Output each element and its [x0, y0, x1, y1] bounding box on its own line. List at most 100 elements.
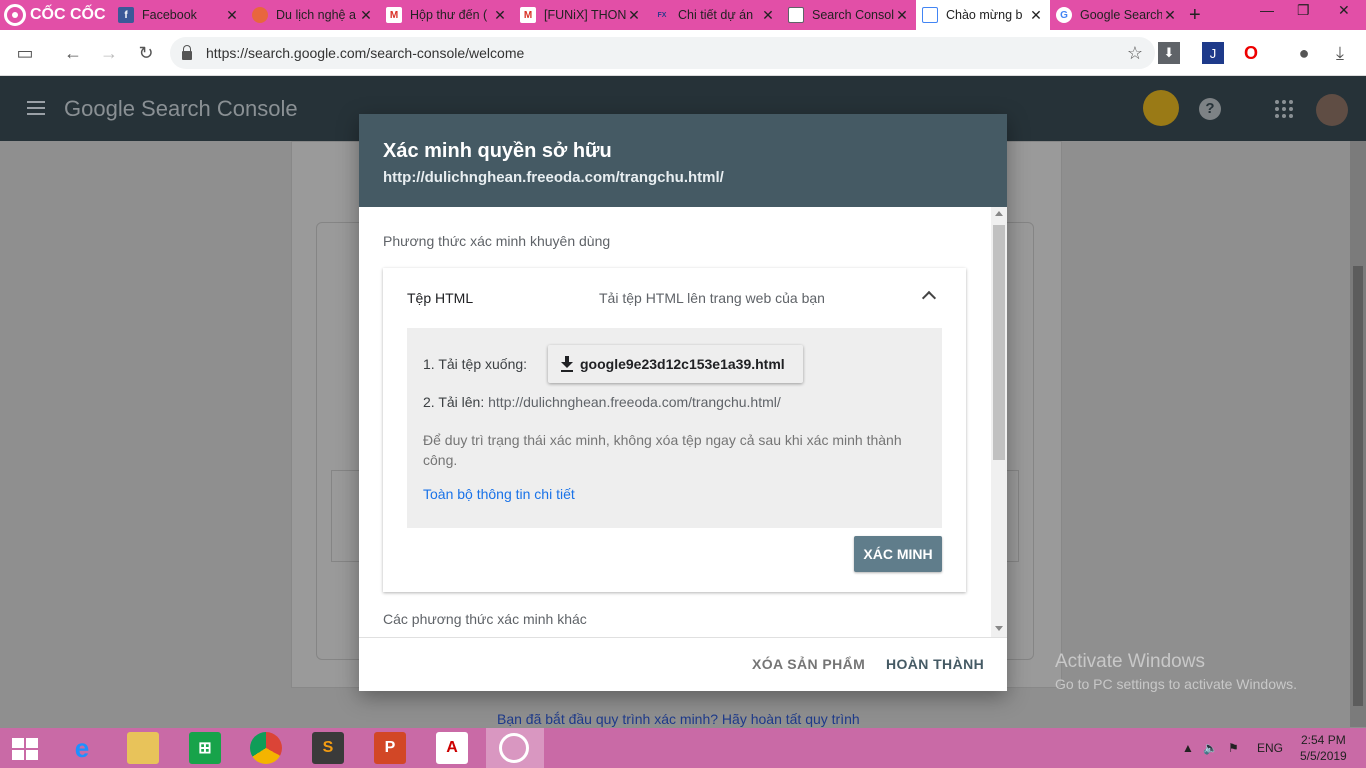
method-instructions: 1. Tải tệp xuống: google9e23d12c153e1a39… — [407, 328, 942, 528]
dialog-footer: XÓA SẢN PHẨM HOÀN THÀNH — [359, 637, 1007, 691]
dialog-scroll-thumb[interactable] — [993, 225, 1005, 460]
close-icon[interactable]: ✕ — [358, 7, 374, 23]
file-explorer-icon[interactable] — [127, 732, 159, 764]
sublime-text-icon[interactable]: S — [312, 732, 344, 764]
page-icon — [252, 7, 268, 23]
tab-search-console[interactable]: Search Consol ✕ — [782, 2, 916, 28]
full-details-link[interactable]: Toàn bộ thông tin chi tiết — [423, 486, 575, 502]
lock-icon — [182, 44, 192, 60]
scroll-down-icon[interactable] — [995, 626, 1003, 631]
search-console-icon — [922, 7, 938, 23]
close-icon[interactable]: ✕ — [626, 7, 642, 23]
tab-du-lich[interactable]: Du lịch nghệ a ✕ — [246, 2, 380, 28]
downloads-arrow-icon[interactable]: ⤓ — [1327, 40, 1353, 66]
tab-project-details[interactable]: FX Chi tiết dự án ✕ — [648, 2, 782, 28]
scroll-up-icon[interactable] — [995, 211, 1003, 216]
verify-button[interactable]: XÁC MINH — [854, 536, 942, 572]
forward-icon[interactable]: → — [96, 40, 122, 66]
help-icon[interactable]: ? — [1199, 98, 1221, 120]
store-icon[interactable]: ⊞ — [189, 732, 221, 764]
dialog-body: Phương thức xác minh khuyên dùng Tệp HTM… — [359, 207, 1007, 637]
clock-time: 2:54 PM — [1301, 733, 1346, 747]
close-icon[interactable]: ✕ — [1162, 7, 1178, 23]
tab-gmail-funix[interactable]: M [FUNiX] THON ✕ — [514, 2, 648, 28]
method-description: Tải tệp HTML lên trang web của bạn — [599, 290, 825, 306]
activation-watermark-title: Activate Windows — [1055, 651, 1205, 672]
tab-title: Google Search — [1080, 8, 1162, 22]
delete-property-button[interactable]: XÓA SẢN PHẨM — [752, 656, 865, 672]
tray-arrow-icon[interactable]: ▲ — [1182, 741, 1194, 755]
chrome-icon[interactable] — [250, 732, 282, 764]
powerpoint-icon[interactable]: P — [374, 732, 406, 764]
coccoc-logo-icon — [4, 4, 26, 26]
app-title: Google Search Console — [64, 96, 298, 121]
tab-facebook[interactable]: f Facebook ✕ — [112, 2, 246, 28]
apps-grid-icon[interactable] — [1275, 100, 1293, 118]
gmail-icon: M — [520, 7, 536, 23]
step-upload-label: 2. Tải lên: — [423, 394, 485, 410]
resume-verification-link[interactable]: Bạn đã bắt đầu quy trình xác minh? Hãy h… — [497, 711, 860, 727]
tab-title: Chào mừng b — [946, 8, 1023, 22]
page-scrollbar[interactable] — [1350, 141, 1366, 727]
download-file-name: google9e23d12c153e1a39.html — [580, 356, 785, 372]
method-name: Tệp HTML — [407, 290, 474, 306]
close-icon[interactable]: ✕ — [224, 7, 240, 23]
download-icon[interactable]: ⬇ — [1158, 42, 1180, 64]
gmail-icon: M — [386, 7, 402, 23]
step-upload: 2. Tải lên: http://dulichnghean.freeoda.… — [423, 394, 781, 410]
page-scroll-thumb[interactable] — [1353, 266, 1363, 706]
search-console-icon — [788, 7, 804, 23]
restore-icon[interactable]: ❐ — [1297, 2, 1310, 19]
tab-title: Hộp thư đến ( — [410, 8, 488, 22]
flag-icon[interactable]: ⚑ — [1228, 741, 1239, 755]
tab-title: Facebook — [142, 8, 197, 22]
new-tab-button[interactable]: + — [1189, 4, 1201, 27]
windows-taskbar: e ⊞ S P A ▲ 🔈 ⚑ ENG 2:54 PM 5/5/2019 — [0, 728, 1366, 768]
volume-icon[interactable]: 🔈 — [1203, 741, 1218, 755]
internet-explorer-icon[interactable]: e — [66, 732, 98, 764]
clock-date: 5/5/2019 — [1300, 749, 1347, 763]
account-badge-avatar[interactable] — [1143, 90, 1179, 126]
close-icon[interactable]: ✕ — [1028, 7, 1044, 23]
coccoc-menu-button[interactable]: CỐC CỐC — [0, 0, 112, 30]
system-clock[interactable]: 2:54 PM 5/5/2019 — [1300, 732, 1347, 764]
close-icon[interactable]: ✕ — [760, 7, 776, 23]
close-icon[interactable]: ✕ — [492, 7, 508, 23]
window-close-icon[interactable]: ✕ — [1338, 2, 1350, 19]
profile-icon[interactable]: ● — [1291, 40, 1317, 66]
coccoc-browser-icon[interactable] — [499, 733, 529, 763]
tab-title: Chi tiết dự án — [678, 8, 754, 22]
download-icon — [560, 356, 574, 372]
user-avatar[interactable] — [1316, 94, 1348, 126]
other-methods-label: Các phương thức xác minh khác — [383, 611, 587, 627]
google-icon: G — [1056, 7, 1072, 23]
minimize-icon[interactable]: — — [1260, 2, 1274, 18]
adblock-icon[interactable]: O — [1238, 40, 1264, 66]
browser-toolbar: ▭ ← → ↻ https://search.google.com/search… — [0, 30, 1366, 76]
step-upload-url: http://dulichnghean.freeoda.com/trangchu… — [488, 394, 781, 410]
extension-icon[interactable]: J — [1202, 42, 1224, 64]
language-indicator[interactable]: ENG — [1257, 741, 1283, 755]
dialog-scrollbar[interactable] — [991, 207, 1007, 637]
dialog-title: Xác minh quyền sở hữu — [383, 140, 612, 162]
sidebar-toggle-icon[interactable]: ▭ — [12, 40, 38, 66]
step-download-label: 1. Tải tệp xuống: — [423, 356, 528, 372]
close-icon[interactable]: ✕ — [894, 7, 910, 23]
html-file-method-card: Tệp HTML Tải tệp HTML lên trang web của … — [383, 268, 966, 592]
tab-google-search[interactable]: G Google Search ✕ — [1050, 2, 1184, 28]
menu-icon[interactable] — [27, 101, 45, 115]
autocad-icon[interactable]: A — [436, 732, 468, 764]
activation-watermark-text: Go to PC settings to activate Windows. — [1055, 676, 1297, 692]
bookmark-star-icon[interactable]: ☆ — [1122, 40, 1148, 66]
url-text: https://search.google.com/search-console… — [206, 45, 525, 61]
dialog-property-url: http://dulichnghean.freeoda.com/trangchu… — [383, 169, 724, 186]
chevron-up-icon[interactable] — [921, 290, 937, 306]
tab-gmail-inbox[interactable]: M Hộp thư đến ( ✕ — [380, 2, 514, 28]
tab-welcome-active[interactable]: Chào mừng b ✕ — [916, 0, 1050, 30]
windows-start-icon[interactable] — [12, 738, 38, 760]
reload-icon[interactable]: ↻ — [133, 40, 159, 66]
done-button[interactable]: HOÀN THÀNH — [886, 656, 984, 672]
address-bar[interactable]: https://search.google.com/search-console… — [170, 37, 1155, 69]
download-file-button[interactable]: google9e23d12c153e1a39.html — [548, 345, 803, 383]
back-icon[interactable]: ← — [60, 40, 86, 66]
